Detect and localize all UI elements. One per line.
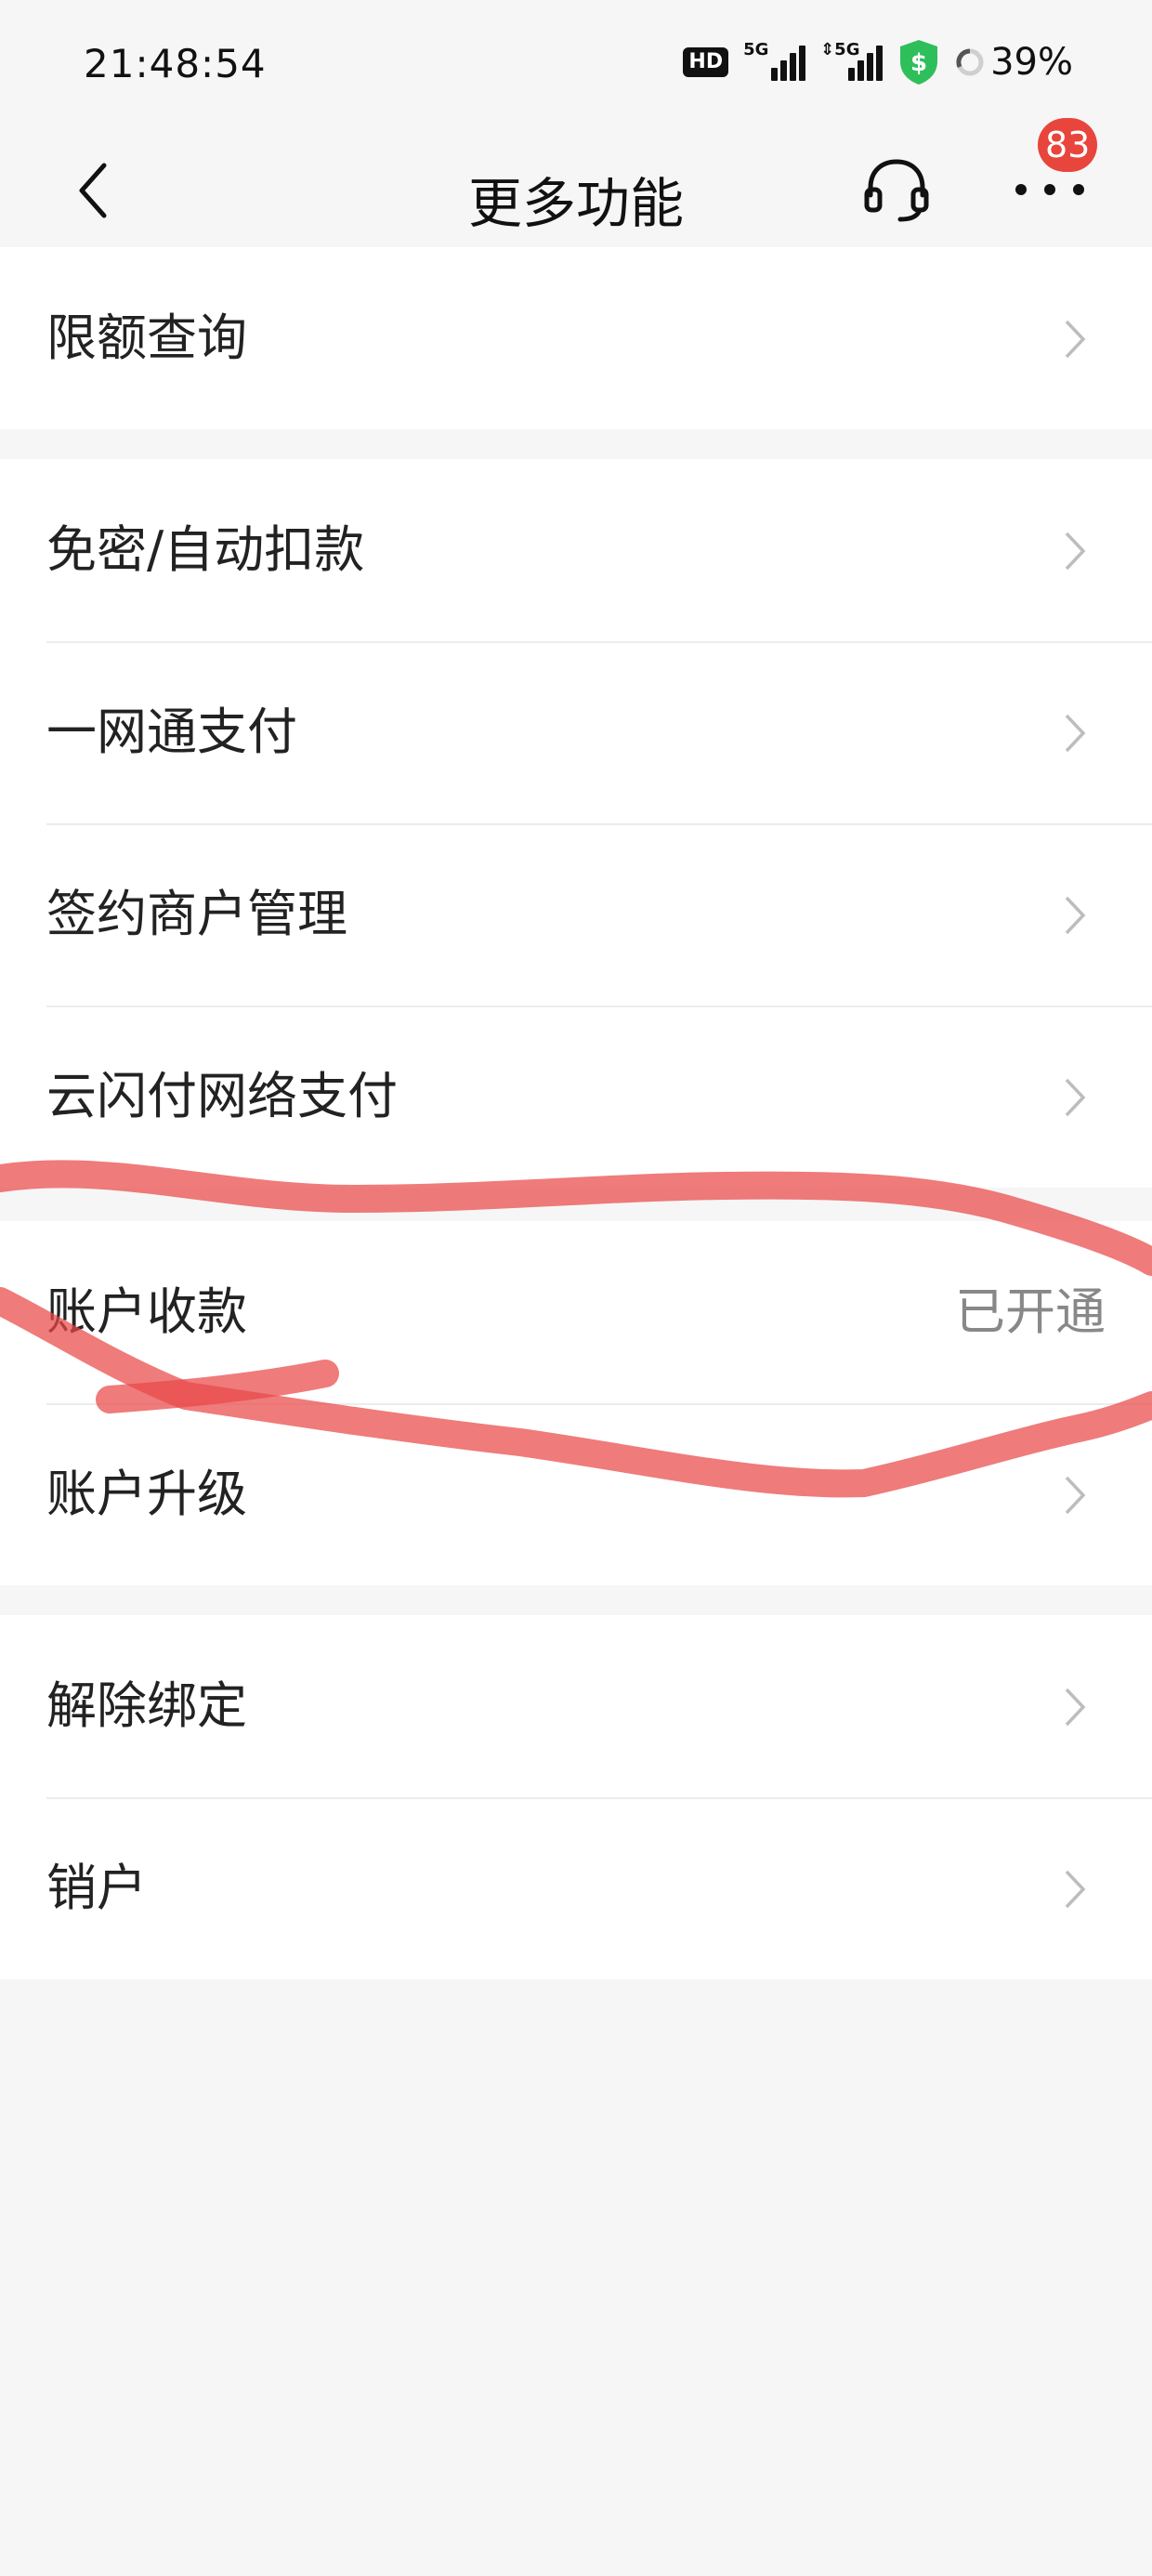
more-icon[interactable] bbox=[1008, 177, 1092, 204]
chevron-right-icon bbox=[1065, 320, 1086, 359]
menu-item-close-account[interactable]: 销户 bbox=[0, 1797, 1152, 1979]
signal-icon-1: 5G bbox=[743, 40, 806, 81]
battery-indicator: 39% bbox=[955, 41, 1073, 84]
status-icons: HD 5G ⇕5G $ 39% bbox=[683, 37, 1073, 87]
status-bar: 21:48:54 HD 5G ⇕5G $ 39% bbox=[0, 0, 1152, 139]
chevron-right-icon bbox=[1065, 1870, 1086, 1909]
menu-item-label: 免密/自动扣款 bbox=[46, 520, 365, 579]
hd-icon: HD bbox=[683, 47, 729, 77]
menu-item-label: 签约商户管理 bbox=[46, 885, 347, 943]
chevron-right-icon bbox=[1065, 896, 1086, 935]
signal-label-1: 5G bbox=[743, 40, 769, 59]
menu-item-label: 一网通支付 bbox=[46, 703, 297, 761]
menu-item-one-net-pay[interactable]: 一网通支付 bbox=[0, 641, 1152, 823]
menu-group-2: 免密/自动扣款 一网通支付 签约商户管理 云闪付网络支付 bbox=[0, 459, 1152, 1188]
chevron-right-icon bbox=[1065, 1078, 1086, 1117]
chevron-right-icon bbox=[1065, 1688, 1086, 1727]
menu-item-password-free-payment[interactable]: 免密/自动扣款 bbox=[0, 459, 1152, 641]
menu-item-account-upgrade[interactable]: 账户升级 bbox=[0, 1403, 1152, 1585]
svg-text:$: $ bbox=[910, 49, 927, 77]
status-time: 21:48:54 bbox=[84, 41, 267, 86]
nav-bar: 更多功能 bbox=[0, 130, 1152, 251]
menu-item-label: 账户升级 bbox=[46, 1465, 247, 1523]
chevron-right-icon bbox=[1065, 532, 1086, 571]
menu-item-label: 云闪付网络支付 bbox=[46, 1067, 398, 1125]
menu-item-label: 限额查询 bbox=[46, 309, 247, 367]
menu-item-limit-query[interactable]: 限额查询 bbox=[0, 247, 1152, 429]
menu-item-quickpass-online[interactable]: 云闪付网络支付 bbox=[0, 1005, 1152, 1188]
menu-item-label: 解除绑定 bbox=[46, 1676, 247, 1735]
chevron-right-icon bbox=[1065, 714, 1086, 753]
notification-badge: 83 bbox=[1038, 118, 1098, 172]
signal-icon-2: ⇕5G bbox=[820, 40, 884, 81]
menu-group-1: 限额查询 bbox=[0, 247, 1152, 429]
battery-percent: 39% bbox=[990, 41, 1073, 84]
security-shield-icon: $ bbox=[900, 40, 938, 85]
menu-item-account-receipt[interactable]: 账户收款 已开通 bbox=[0, 1221, 1152, 1403]
status-value: 已开通 bbox=[955, 1282, 1106, 1341]
chevron-right-icon bbox=[1065, 1476, 1086, 1515]
menu-item-label: 销户 bbox=[46, 1859, 147, 1917]
menu-item-merchant-management[interactable]: 签约商户管理 bbox=[0, 823, 1152, 1005]
menu-group-3: 账户收款 已开通 账户升级 bbox=[0, 1221, 1152, 1585]
menu-item-unbind[interactable]: 解除绑定 bbox=[0, 1615, 1152, 1797]
battery-ring-icon bbox=[956, 48, 984, 76]
menu-item-label: 账户收款 bbox=[46, 1282, 247, 1341]
page-title: 更多功能 bbox=[467, 172, 684, 235]
signal-label-2: ⇕5G bbox=[820, 40, 860, 59]
headset-icon[interactable] bbox=[859, 147, 934, 230]
menu-group-4: 解除绑定 销户 bbox=[0, 1615, 1152, 1979]
